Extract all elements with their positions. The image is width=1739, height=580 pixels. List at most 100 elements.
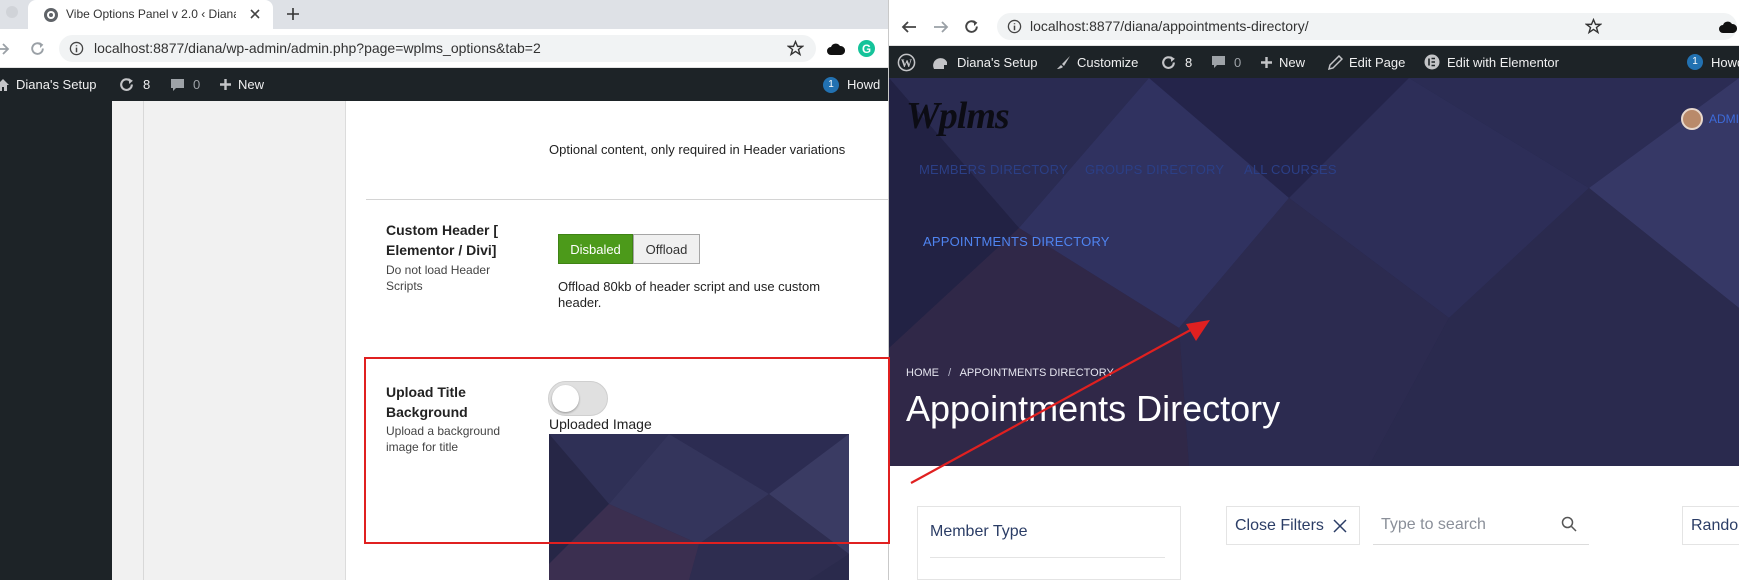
account-menu[interactable]: ADMIN	[1681, 108, 1739, 130]
nav-groups-directory[interactable]: GROUPS DIRECTORY	[1085, 162, 1224, 177]
admin-bar-comments[interactable]: 0	[1211, 46, 1241, 78]
palette-icon	[932, 55, 949, 70]
tab-strip: Vibe Options Panel v 2.0 ‹ Diana's Setup	[0, 0, 889, 29]
close-filters-label: Close Filters	[1235, 516, 1324, 534]
optional-note: Optional content, only required in Heade…	[549, 142, 846, 157]
highlight-box	[364, 357, 890, 544]
options-nav-panel	[112, 101, 345, 580]
pencil-icon	[1328, 54, 1343, 70]
custom-header-description: Do not load Header Scripts	[386, 263, 491, 293]
address-bar[interactable]: localhost:8877/diana/appointments-direct…	[997, 13, 1737, 40]
reload-icon[interactable]	[963, 18, 980, 35]
admin-bar-updates[interactable]: 8	[1160, 46, 1192, 78]
admin-bar-customize[interactable]: Customize	[1056, 46, 1138, 78]
howdy-text: Howd	[847, 77, 881, 92]
custom-header-option: Custom Header [ Elementor / Divi] Do not…	[386, 220, 521, 294]
account-label: ADMIN	[1709, 112, 1739, 126]
toolbar: localhost:8877/diana/wp-admin/admin.php?…	[0, 29, 889, 68]
comment-icon	[1211, 55, 1226, 69]
sort-select[interactable]: Random	[1682, 506, 1739, 545]
grammarly-icon[interactable]: G	[858, 40, 875, 57]
admin-bar-account[interactable]: 1 Howdy	[1687, 46, 1739, 78]
admin-bar-wordpress[interactable]: W	[897, 46, 916, 78]
site-name: Diana's Setup	[16, 77, 97, 92]
updates-count: 8	[1185, 54, 1193, 70]
search-placeholder: Type to search	[1381, 516, 1486, 533]
member-type-filter: Member Type	[917, 506, 1181, 580]
back-arrow-icon[interactable]	[901, 19, 917, 35]
nav-members-directory[interactable]: MEMBERS DIRECTORY	[919, 162, 1068, 177]
plus-icon[interactable]	[285, 6, 301, 22]
admin-bar-site[interactable]: Diana's Setup	[0, 68, 97, 101]
right-browser-window: localhost:8877/diana/appointments-direct…	[889, 0, 1739, 580]
star-icon[interactable]	[1585, 18, 1602, 35]
custom-header-label: Custom Header [ Elementor / Divi]	[386, 222, 499, 258]
window-control[interactable]	[6, 6, 18, 18]
close-icon[interactable]	[249, 8, 261, 20]
avatar	[1681, 108, 1703, 130]
elementor-icon	[1424, 54, 1440, 70]
star-icon[interactable]	[787, 40, 804, 57]
info-icon	[1007, 19, 1022, 34]
notification-badge: 1	[823, 76, 839, 93]
close-icon	[1333, 518, 1347, 533]
wp-admin-bar: W Diana's Setup Customize 8 0 New Edit P…	[889, 46, 1739, 78]
plus-icon	[1260, 56, 1273, 69]
plus-icon	[219, 78, 232, 91]
url-text[interactable]: localhost:8877/diana/appointments-direct…	[1030, 18, 1309, 34]
new-label: New	[1279, 54, 1306, 70]
nav-all-courses[interactable]: ALL COURSES	[1244, 162, 1337, 177]
site-logo[interactable]: Wplms	[906, 94, 1010, 138]
howdy-text: Howdy	[1711, 54, 1739, 70]
admin-bar-new[interactable]: New	[219, 68, 264, 101]
address-bar[interactable]: localhost:8877/diana/wp-admin/admin.php?…	[59, 35, 816, 62]
info-icon	[69, 41, 84, 56]
site-name: Diana's Setup	[957, 54, 1038, 70]
admin-bar-comments[interactable]: 0	[170, 68, 200, 101]
admin-sidebar	[0, 101, 112, 580]
url-text[interactable]: localhost:8877/diana/wp-admin/admin.php?…	[94, 40, 541, 56]
wordpress-icon: W	[897, 53, 916, 72]
disabled-button[interactable]: Disbaled	[558, 234, 633, 264]
admin-bar-elementor[interactable]: Edit with Elementor	[1424, 46, 1559, 78]
cloud-icon[interactable]	[1719, 20, 1737, 34]
annotation-arrow	[910, 320, 1210, 484]
notification-badge: 1	[1687, 54, 1703, 70]
sort-value: Random	[1691, 517, 1739, 534]
search-icon[interactable]	[1561, 516, 1577, 532]
reload-icon[interactable]	[29, 40, 46, 57]
forward-arrow-icon[interactable]	[0, 41, 10, 57]
edit-page-label: Edit Page	[1349, 54, 1406, 70]
svg-text:G: G	[862, 43, 871, 56]
tab-title: Vibe Options Panel v 2.0 ‹ Diana's Setup	[66, 7, 236, 21]
wp-admin-bar: Diana's Setup 8 0 New 1 Howd	[0, 68, 889, 101]
edit-elementor-label: Edit with Elementor	[1447, 54, 1559, 70]
svg-text:W: W	[901, 57, 913, 69]
close-filters-button[interactable]: Close Filters	[1226, 506, 1360, 545]
updates-count: 8	[143, 77, 151, 92]
admin-bar-updates[interactable]: 8	[118, 68, 150, 101]
admin-bar-account[interactable]: 1 Howd	[823, 68, 880, 101]
updates-icon	[1160, 54, 1177, 71]
custom-header-button-group: Disbaled Offload	[558, 234, 700, 266]
member-type-label[interactable]: Member Type	[930, 523, 1028, 541]
section-divider	[366, 199, 889, 200]
updates-icon	[118, 76, 135, 93]
browser-tab[interactable]: Vibe Options Panel v 2.0 ‹ Diana's Setup	[28, 0, 273, 29]
custom-header-help: Offload 80kb of header script and use cu…	[558, 279, 821, 310]
new-label: New	[238, 77, 265, 92]
admin-bar-new[interactable]: New	[1260, 46, 1305, 78]
nav-appointments-directory[interactable]: APPOINTMENTS DIRECTORY	[923, 234, 1110, 249]
search-field[interactable]: Type to search	[1373, 506, 1589, 545]
admin-bar-site[interactable]: Diana's Setup	[932, 46, 1038, 78]
comments-count: 0	[1234, 54, 1242, 70]
admin-bar-edit-page[interactable]: Edit Page	[1328, 46, 1405, 78]
offload-button[interactable]: Offload	[633, 234, 700, 264]
cloud-icon[interactable]	[827, 42, 845, 56]
forward-arrow-icon[interactable]	[933, 19, 949, 35]
divider	[143, 101, 144, 580]
comment-icon	[170, 78, 185, 92]
home-icon	[0, 78, 10, 92]
comments-count: 0	[193, 77, 201, 92]
customize-label: Customize	[1077, 54, 1139, 70]
